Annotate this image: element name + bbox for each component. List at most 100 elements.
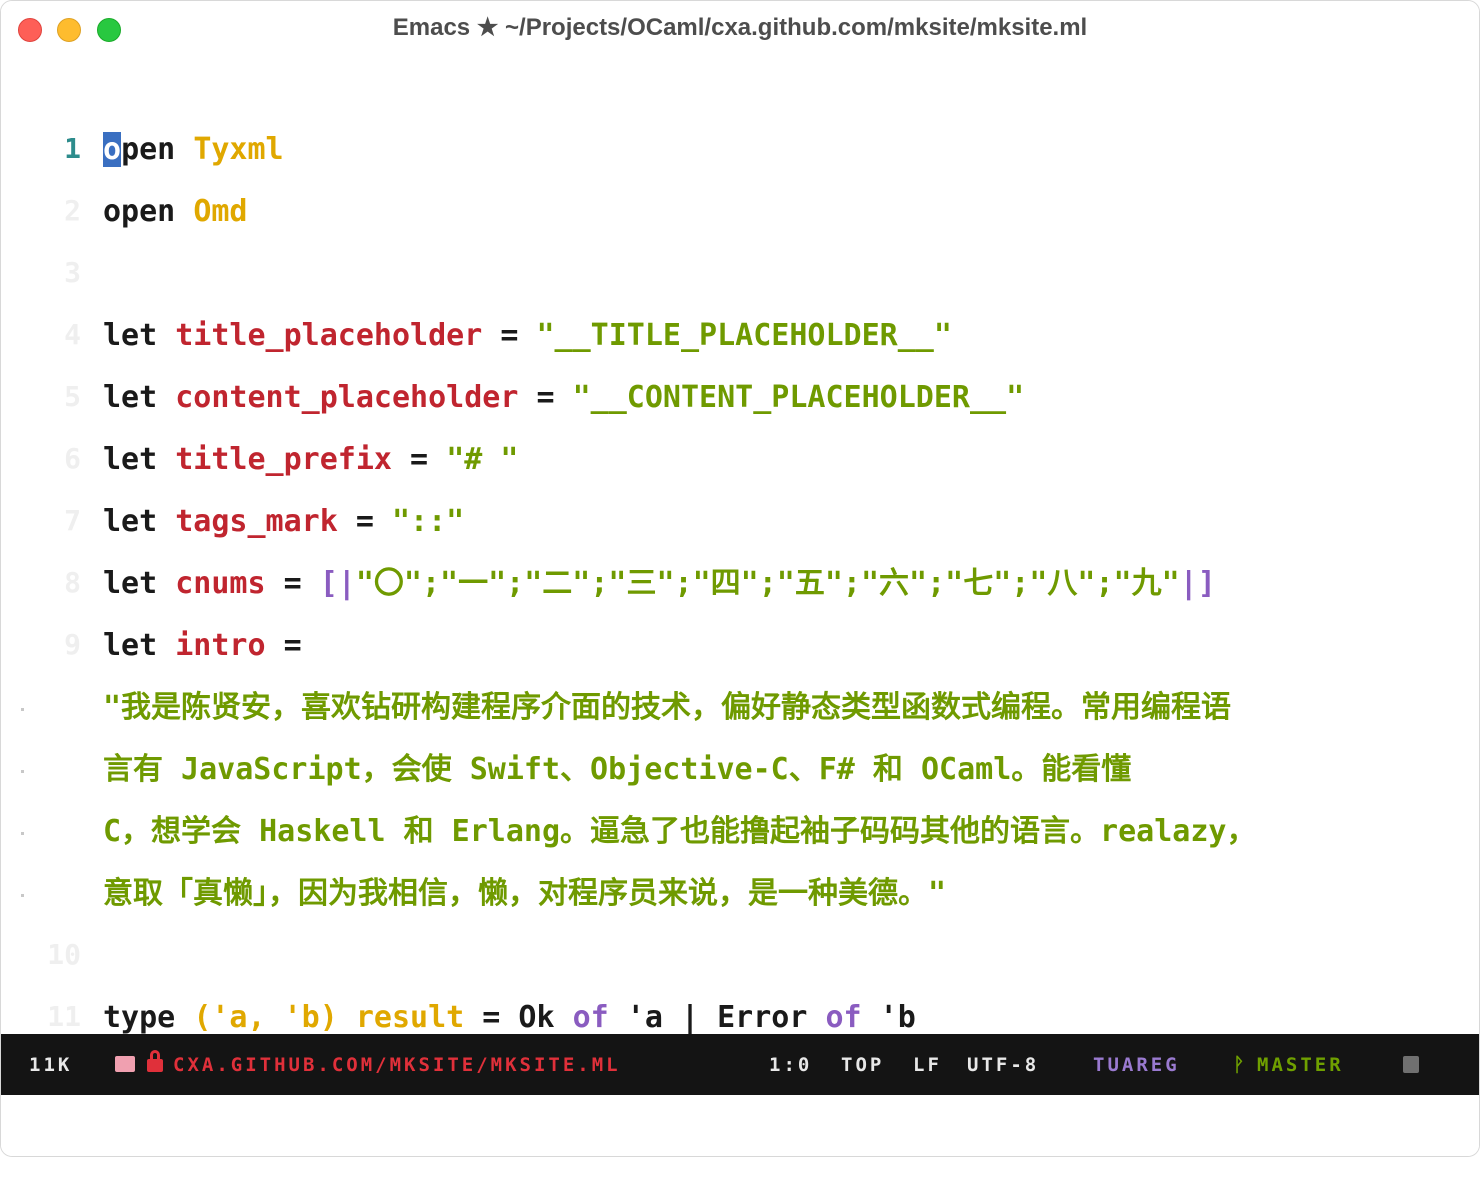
line-code: 言有 JavaScript，会使 Swift、Objective-C、F# 和 … — [103, 752, 1131, 788]
wrap-indicator — [21, 894, 24, 897]
text-cursor: o — [103, 132, 122, 167]
line-number: 7 — [64, 504, 81, 537]
code-token: 'a | Error — [608, 1000, 826, 1034]
code-token: tags_mark — [175, 504, 338, 539]
line-number: 2 — [64, 194, 81, 227]
line-number: 5 — [64, 380, 81, 413]
line-code: "我是陈贤安，喜欢钻研构建程序介面的技术，偏好静态类型函数式编程。常用编程语 — [103, 690, 1231, 726]
line-number: 3 — [64, 256, 81, 289]
code-token: Omd — [193, 194, 248, 229]
code-line[interactable]: 3 — [1, 244, 1479, 306]
line-code: 意取「真懒」，因为我相信，懒，对程序员来说，是一种美德。" — [103, 876, 946, 912]
code-line[interactable]: 10 — [1, 926, 1479, 988]
git-branch-icon: ᚹ — [1233, 1054, 1248, 1076]
line-code: let cnums = [|"〇";"一";"二";"三";"四";"五";"六… — [103, 566, 1216, 602]
code-token: type — [103, 1000, 194, 1034]
code-token: "〇";"一";"二";"三";"四";"五";"六";"七";"八";"九" — [355, 566, 1180, 601]
line-number: 8 — [64, 566, 81, 599]
code-token: "我是陈贤安，喜欢钻研构建程序介面的技术，偏好静态类型函数式编程。常用编程语 — [103, 690, 1232, 725]
code-token: let — [103, 380, 176, 415]
wrap-indicator — [21, 708, 24, 711]
code-line[interactable]: "我是陈贤安，喜欢钻研构建程序介面的技术，偏好静态类型函数式编程。常用编程语 — [1, 678, 1479, 740]
code-token: = — [482, 318, 537, 353]
wrap-indicator — [21, 832, 24, 835]
code-line[interactable]: 1 open Tyxml — [1, 120, 1479, 182]
padlock-icon — [1403, 1056, 1419, 1073]
code-token: [| — [319, 566, 356, 601]
line-code: let intro = — [103, 628, 302, 664]
scroll-position: TOP — [841, 1054, 885, 1076]
code-token: = — [265, 566, 320, 601]
code-token: intro — [175, 628, 266, 663]
line-number: 6 — [64, 442, 81, 475]
code-line[interactable]: 6 let title_prefix = "# " — [1, 430, 1479, 492]
code-token: of — [572, 1000, 609, 1034]
lock-icon — [147, 1050, 163, 1072]
line-code: let title_placeholder = "__TITLE_PLACEHO… — [103, 318, 952, 354]
emacs-window: Emacs ★ ~/Projects/OCaml/cxa.github.com/… — [0, 0, 1480, 1157]
buffer-file-name[interactable]: CXA.GITHUB.COM/MKSITE/MKSITE.ML — [173, 1054, 621, 1076]
line-number: 11 — [47, 1000, 81, 1033]
code-token: C，想学会 Haskell 和 Erlang。逼急了也能撸起袖子码码其他的语言。… — [103, 814, 1257, 849]
window-title: Emacs ★ ~/Projects/OCaml/cxa.github.com/… — [392, 14, 1088, 41]
code-token: 言有 JavaScript，会使 Swift、Objective-C、F# 和 … — [103, 752, 1132, 787]
code-token: pen — [121, 132, 194, 167]
file-type-icon — [115, 1056, 135, 1072]
line-number: 9 — [64, 628, 81, 661]
cursor-position: 1:0 — [769, 1054, 813, 1076]
code-token: Tyxml — [193, 132, 284, 167]
code-token: "__TITLE_PLACEHOLDER__" — [536, 318, 952, 353]
code-token: 意取「真懒」，因为我相信，懒，对程序员来说，是一种美德。" — [103, 876, 947, 911]
code-token: "::" — [392, 504, 465, 539]
buffer-size: 11K — [29, 1054, 73, 1076]
code-token: title_placeholder — [175, 318, 483, 353]
line-number: 1 — [64, 132, 81, 165]
line-code: C，想学会 Haskell 和 Erlang。逼急了也能撸起袖子码码其他的语言。… — [103, 814, 1256, 850]
code-token: content_placeholder — [175, 380, 519, 415]
line-code: open Omd — [103, 194, 248, 230]
code-token: let — [103, 566, 176, 601]
code-line[interactable]: 2 open Omd — [1, 182, 1479, 244]
code-token: = — [518, 380, 573, 415]
code-line[interactable]: 意取「真懒」，因为我相信，懒，对程序员来说，是一种美德。" — [1, 864, 1479, 926]
code-token: = — [337, 504, 392, 539]
git-branch[interactable]: MASTER — [1257, 1054, 1344, 1076]
code-token: title_prefix — [175, 442, 392, 477]
code-line[interactable]: 8 let cnums = [|"〇";"一";"二";"三";"四";"五";"… — [1, 554, 1479, 616]
code-token: of — [825, 1000, 862, 1034]
code-token: ('a, 'b) result — [193, 1000, 465, 1034]
line-number: 4 — [64, 318, 81, 351]
code-token: 'b — [861, 1000, 916, 1034]
code-token: "__CONTENT_PLACEHOLDER__" — [572, 380, 1025, 415]
line-ending[interactable]: LF — [913, 1054, 942, 1076]
code-token: let — [103, 628, 176, 663]
code-token: let — [103, 504, 176, 539]
line-code: let content_placeholder = "__CONTENT_PLA… — [103, 380, 1024, 416]
code-token: = — [265, 628, 302, 663]
wrap-indicator — [21, 770, 24, 773]
code-line[interactable]: 11 type ('a, 'b) result = Ok of 'a | Erro… — [1, 988, 1479, 1034]
code-token: let — [103, 318, 176, 353]
code-token: |] — [1179, 566, 1216, 601]
code-token: let — [103, 442, 176, 477]
line-code: let title_prefix = "# " — [103, 442, 518, 478]
code-line[interactable]: 9 let intro = — [1, 616, 1479, 678]
code-line[interactable]: 7 let tags_mark = "::" — [1, 492, 1479, 554]
encoding[interactable]: UTF-8 — [967, 1054, 1039, 1076]
code-line[interactable]: C，想学会 Haskell 和 Erlang。逼急了也能撸起袖子码码其他的语言。… — [1, 802, 1479, 864]
editor-buffer[interactable]: 1 open Tyxml 2 open Omd 3 4 let title_placehol… — [1, 59, 1479, 1034]
line-code: let tags_mark = "::" — [103, 504, 464, 540]
line-code: type ('a, 'b) result = Ok of 'a | Error … — [103, 1000, 916, 1034]
minibuffer[interactable] — [1, 1095, 1479, 1156]
code-line[interactable]: 5 let content_placeholder = "__CONTENT_PL… — [1, 368, 1479, 430]
code-line[interactable]: 4 let title_placeholder = "__TITLE_PLACEH… — [1, 306, 1479, 368]
code-token: open — [103, 194, 194, 229]
line-number: 10 — [47, 938, 81, 971]
code-token: "# " — [446, 442, 519, 477]
code-token: cnums — [175, 566, 266, 601]
title-bar: Emacs ★ ~/Projects/OCaml/cxa.github.com/… — [1, 1, 1479, 59]
code-line[interactable]: 言有 JavaScript，会使 Swift、Objective-C、F# 和 … — [1, 740, 1479, 802]
line-code: open Tyxml — [103, 132, 284, 168]
mode-line: 11K CXA.GITHUB.COM/MKSITE/MKSITE.ML 1:0 … — [1, 1034, 1479, 1095]
major-mode[interactable]: TUAREG — [1093, 1054, 1180, 1076]
